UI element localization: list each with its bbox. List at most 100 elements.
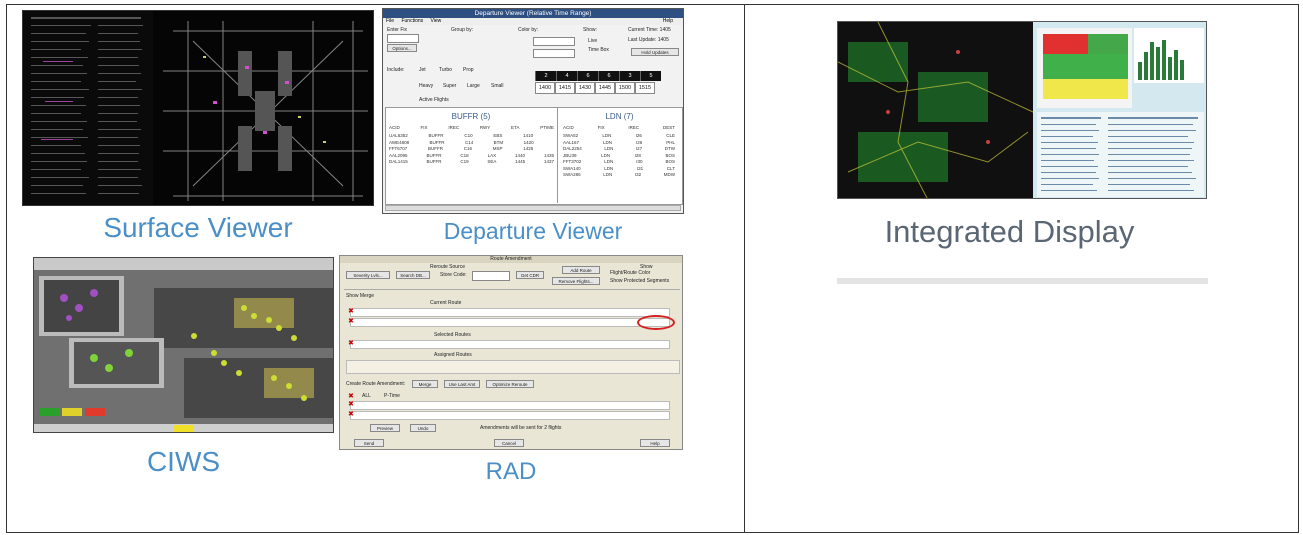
include-prop[interactable]: Prop bbox=[463, 67, 474, 73]
include-large[interactable]: Large bbox=[467, 83, 480, 89]
group-by-select[interactable] bbox=[533, 37, 575, 46]
cell-acid: SWA286 bbox=[563, 172, 581, 177]
include-active-flights[interactable]: Active Flights bbox=[419, 97, 449, 103]
remove-flights-button[interactable]: Remove Flights... bbox=[552, 277, 600, 285]
column-header[interactable]: IREC bbox=[448, 125, 459, 132]
horizontal-scrollbar[interactable] bbox=[385, 205, 681, 211]
time-bin-count[interactable]: 6 bbox=[577, 71, 598, 81]
options-button[interactable]: Options... bbox=[387, 44, 417, 52]
ldn-rows: SWA52 LDN I26 CLE AAL167 LDN I26 PHL DAL2254 LD… bbox=[563, 133, 675, 179]
severity-levels-button[interactable]: Severity Lvls... bbox=[346, 271, 390, 279]
menu-view[interactable]: View bbox=[431, 18, 442, 24]
show-protected-segments-check[interactable]: Show Protected Segments bbox=[610, 278, 669, 284]
preview-button[interactable]: Preview bbox=[370, 424, 400, 432]
cell-irec: C19 bbox=[460, 159, 469, 164]
get-cdr-button[interactable]: Get CDR bbox=[516, 271, 544, 279]
column-header[interactable]: PTIME bbox=[540, 125, 554, 132]
integrated-display-graphic bbox=[838, 22, 1206, 198]
table-row[interactable]: DAL1415 BUFFR C19 SEA 1445 1437 bbox=[389, 159, 554, 166]
use-last-amt-button[interactable]: Use Last Amt bbox=[444, 380, 480, 388]
cell-acid: DAL1415 bbox=[389, 159, 408, 164]
include-turbo[interactable]: Turbo bbox=[439, 67, 452, 73]
surface-viewer-screenshot bbox=[22, 10, 374, 206]
rad-caption: RAD bbox=[485, 458, 537, 485]
include-super[interactable]: Super bbox=[443, 83, 456, 89]
color-by-select[interactable] bbox=[533, 49, 575, 58]
column-header[interactable]: IREC bbox=[628, 125, 639, 132]
time-bin-time[interactable]: 1445 bbox=[595, 82, 615, 94]
column-header[interactable]: RWY bbox=[480, 125, 490, 132]
time-bin-count[interactable]: 5 bbox=[640, 71, 661, 81]
current-time: Current Time: 1405 bbox=[628, 27, 671, 33]
time-bin-count[interactable]: 3 bbox=[619, 71, 640, 81]
include-small[interactable]: Small bbox=[491, 83, 504, 89]
optimize-reroute-button[interactable]: Optimize Reroute bbox=[486, 380, 534, 388]
selected-route-row[interactable] bbox=[350, 340, 670, 349]
show-merge-label: Show Merge bbox=[346, 293, 375, 299]
menu-file[interactable]: File bbox=[386, 18, 394, 24]
menu-help[interactable]: Help bbox=[663, 18, 673, 25]
departure-viewer-caption: Departure Viewer bbox=[443, 218, 623, 244]
time-bin-time[interactable]: 1430 bbox=[575, 82, 595, 94]
buffr-panel-header: BUFFR (5) bbox=[451, 112, 491, 121]
include-label: Include: bbox=[387, 67, 405, 73]
integrated-display-screenshot bbox=[837, 21, 1207, 199]
include-heavy[interactable]: Heavy bbox=[419, 83, 433, 89]
column-header[interactable]: FIX bbox=[421, 125, 428, 132]
ptime-label: P-Time bbox=[384, 393, 400, 399]
amendments-note: Amendments will be sent for 2 flights bbox=[480, 425, 562, 431]
time-bin-time[interactable]: 1415 bbox=[555, 82, 575, 94]
column-header[interactable]: ETA bbox=[511, 125, 519, 132]
rad-title-bar: Route Amendment bbox=[340, 256, 682, 263]
remove-x-icon[interactable]: ✖ bbox=[348, 318, 354, 325]
time-bin-count[interactable]: 6 bbox=[598, 71, 619, 81]
amend-row-2[interactable] bbox=[350, 411, 670, 420]
current-route-row[interactable] bbox=[350, 308, 670, 317]
time-bin-time[interactable]: 1500 bbox=[615, 82, 635, 94]
include-jet[interactable]: Jet bbox=[419, 67, 426, 73]
assigned-routes-box[interactable] bbox=[346, 360, 680, 374]
assigned-routes-label: Assigned Routes bbox=[434, 352, 472, 358]
surface-viewer-caption: Surface Viewer bbox=[103, 212, 293, 243]
remove-x-icon[interactable]: ✖ bbox=[348, 308, 354, 315]
weather-map-graphic bbox=[34, 258, 333, 432]
cancel-button[interactable]: Cancel bbox=[494, 439, 524, 447]
search-db-button[interactable]: Search DB... bbox=[396, 271, 430, 279]
help-button[interactable]: Help bbox=[640, 439, 670, 447]
remove-x-icon[interactable]: ✖ bbox=[348, 401, 354, 408]
column-header[interactable]: DEST bbox=[663, 125, 675, 132]
send-button[interactable]: Send bbox=[354, 439, 384, 447]
amend-row-1[interactable] bbox=[350, 401, 670, 410]
flight-route-color-check[interactable]: Flight/Route Color bbox=[610, 270, 650, 276]
time-bin-count[interactable]: 4 bbox=[556, 71, 577, 81]
store-code-label: Store Code: bbox=[440, 272, 467, 278]
ciws-screenshot bbox=[33, 257, 334, 433]
ldn-panel-header: LDN (7) bbox=[605, 112, 634, 121]
time-bin-time[interactable]: 1515 bbox=[635, 82, 655, 94]
add-route-button[interactable]: Add Route bbox=[562, 266, 600, 274]
table-row[interactable]: SWA286 LDN I32 MDW bbox=[563, 172, 675, 179]
merge-button[interactable]: Merge bbox=[412, 380, 438, 388]
store-code-input[interactable] bbox=[472, 271, 510, 281]
menu-functions[interactable]: Functions bbox=[401, 18, 423, 24]
cell-irec: I32 bbox=[634, 172, 642, 177]
remove-x-icon[interactable]: ✖ bbox=[348, 393, 354, 400]
remove-x-icon[interactable]: ✖ bbox=[348, 411, 354, 418]
enter-fix-input[interactable] bbox=[387, 34, 419, 43]
cell-fix: LDN bbox=[603, 172, 613, 177]
remove-x-icon[interactable]: ✖ bbox=[348, 340, 354, 347]
undo-button[interactable]: Undo bbox=[410, 424, 436, 432]
surface-map-graphic bbox=[23, 11, 368, 205]
last-update: Last Update: 1405 bbox=[628, 37, 669, 43]
current-route-row[interactable] bbox=[350, 318, 670, 327]
highlight-circle bbox=[637, 315, 675, 330]
column-header[interactable]: ACID bbox=[389, 125, 400, 132]
show-time-box-option[interactable]: Time Box bbox=[588, 47, 609, 53]
column-header[interactable]: ACID bbox=[563, 125, 574, 132]
show-live-option[interactable]: Live bbox=[588, 38, 597, 44]
time-bin-time[interactable]: 1400 bbox=[535, 82, 555, 94]
column-header[interactable]: FIX bbox=[598, 125, 605, 132]
time-bin-count[interactable]: 2 bbox=[535, 71, 556, 81]
create-route-amendment-label: Create Route Amendment: bbox=[346, 381, 406, 387]
hold-updates-button[interactable]: Hold Updates bbox=[631, 48, 679, 56]
